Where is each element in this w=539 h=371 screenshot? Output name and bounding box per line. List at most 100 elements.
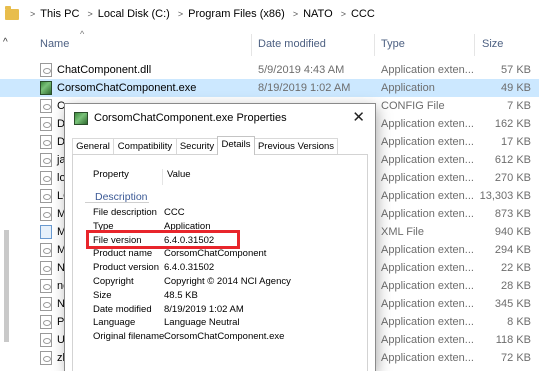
file-size: 22 KB: [501, 262, 531, 274]
chevron-right-icon: >: [87, 9, 93, 19]
file-type: Application exten...: [381, 118, 474, 130]
file-row[interactable]: ChatComponent.dll 5/9/2019 4:43 AM Applica…: [0, 61, 539, 79]
file-size: 270 KB: [494, 172, 531, 184]
file-size: 940 KB: [494, 226, 531, 238]
file-type: Application exten...: [381, 154, 474, 166]
chevron-right-icon: >: [30, 9, 36, 19]
chevron-right-icon: >: [177, 9, 184, 19]
column-header-name[interactable]: Name: [40, 29, 85, 56]
column-header-type[interactable]: Type: [381, 38, 405, 56]
breadcrumb-this-pc[interactable]: This PC: [40, 8, 79, 20]
breadcrumb-nato[interactable]: NATO: [303, 8, 333, 20]
file-size: 72 KB: [501, 352, 531, 364]
column-divider[interactable]: [474, 34, 475, 56]
file-type: Application exten...: [381, 352, 474, 364]
file-size: 13,303 KB: [479, 190, 531, 202]
dll-file-icon: [40, 279, 52, 293]
dll-file-icon: [40, 117, 52, 131]
column-header-size[interactable]: Size: [482, 38, 503, 56]
tab-security[interactable]: Security: [176, 138, 218, 154]
breadcrumb: > This PC > Local Disk (C:) > Program Files…: [25, 8, 375, 20]
dll-file-icon: [40, 153, 52, 167]
breadcrumb-local-disk[interactable]: Local Disk (C:): [98, 8, 170, 20]
xml-file-icon: [40, 225, 52, 239]
dll-file-icon: [40, 261, 52, 275]
dll-file-icon: [40, 207, 52, 221]
property-value: 6.4.0.31502: [164, 262, 215, 274]
column-header-date[interactable]: Date modified: [258, 38, 326, 56]
file-size: 873 KB: [494, 208, 531, 220]
file-type: Application exten...: [381, 244, 474, 256]
close-icon[interactable]: ✕: [352, 108, 365, 126]
file-type: Application exten...: [381, 172, 474, 184]
file-size: 7 KB: [507, 100, 531, 112]
dll-file-icon: [40, 333, 52, 347]
property-key: File description: [93, 207, 157, 218]
property-key: Product name: [93, 248, 153, 260]
highlight-box: [86, 230, 240, 249]
file-size: 612 KB: [494, 154, 531, 166]
property-value: Language Neutral: [164, 317, 240, 329]
breadcrumb-ccc[interactable]: CCC: [351, 8, 375, 20]
exe-file-icon: [40, 81, 52, 95]
file-size: 345 KB: [494, 298, 531, 310]
breadcrumb-program-files[interactable]: Program Files (x86): [188, 8, 285, 20]
tab-previous-versions[interactable]: Previous Versions: [254, 138, 338, 154]
property-key: Original filename: [93, 331, 165, 343]
file-size: 57 KB: [501, 64, 531, 76]
dll-file-icon: [40, 63, 52, 77]
file-type: Application exten...: [381, 190, 474, 202]
file-type: Application exten...: [381, 208, 474, 220]
file-size: 49 KB: [501, 82, 531, 94]
property-value: CorsomChatComponent: [164, 248, 267, 260]
tab-compatibility[interactable]: Compatibility: [113, 138, 177, 154]
file-type: CONFIG File: [381, 100, 445, 112]
property-value: Copyright © 2014 NCI Agency: [164, 276, 291, 287]
tab-general[interactable]: General: [72, 138, 114, 154]
property-key: Size: [93, 289, 112, 301]
collapse-caret-icon[interactable]: ^: [3, 37, 8, 48]
property-key: Product version: [93, 262, 160, 274]
column-divider[interactable]: [374, 34, 375, 56]
file-name: CorsomChatComponent.exe: [57, 82, 197, 94]
file-type: Application exten...: [381, 64, 474, 76]
column-divider[interactable]: [162, 169, 163, 185]
header-value[interactable]: Value: [167, 169, 191, 180]
dll-file-icon: [40, 189, 52, 203]
file-name: ChatComponent.dll: [57, 64, 152, 76]
dll-file-icon: [40, 351, 52, 365]
file-type: Application exten...: [381, 280, 474, 292]
file-type: Application exten...: [381, 316, 474, 328]
config-file-icon: [40, 99, 52, 113]
dll-file-icon: [40, 297, 52, 311]
property-key: Copyright: [93, 276, 134, 287]
property-value: 48.5 KB: [164, 289, 198, 301]
property-key: Language: [93, 317, 136, 329]
file-type: Application: [381, 82, 435, 94]
dll-file-icon: [40, 135, 52, 149]
application-icon: [74, 112, 88, 125]
property-value: CCC: [164, 207, 185, 218]
chevron-right-icon: >: [292, 9, 299, 19]
file-size: 8 KB: [507, 316, 531, 328]
file-type: Application exten...: [381, 298, 474, 310]
file-date: 5/9/2019 4:43 AM: [258, 64, 345, 76]
file-size: 294 KB: [494, 244, 531, 256]
section-divider: [85, 202, 149, 203]
column-divider[interactable]: [251, 34, 252, 56]
file-type: Application exten...: [381, 334, 474, 346]
property-value: CorsomChatComponent.exe: [164, 331, 285, 343]
file-row[interactable]: CorsomChatComponent.exe 8/19/2019 1:02 AM…: [0, 79, 539, 97]
file-type: Application exten...: [381, 136, 474, 148]
folder-icon: [5, 6, 19, 20]
file-size: 118 KB: [495, 334, 531, 346]
header-property[interactable]: Property: [93, 169, 129, 180]
file-size: 162 KB: [494, 118, 531, 130]
dll-file-icon: [40, 315, 52, 329]
tab-details[interactable]: Details: [217, 136, 255, 155]
file-type: XML File: [381, 226, 424, 238]
property-key: Date modified: [93, 303, 152, 315]
dll-file-icon: [40, 243, 52, 257]
dll-file-icon: [40, 171, 52, 185]
dialog-title: CorsomChatComponent.exe Properties: [94, 112, 287, 124]
